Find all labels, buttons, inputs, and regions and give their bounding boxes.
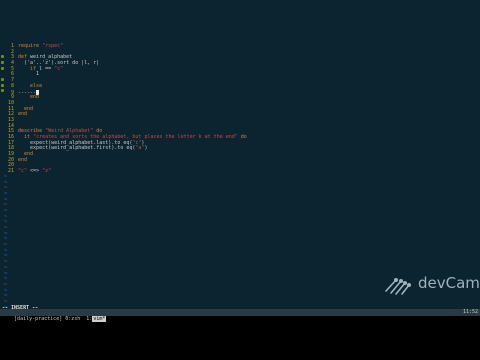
code-token: else [18,82,43,89]
tmux-status-bar: [daily-practice] 0:zsh 1:vim* 11:52 [0,309,480,322]
vim-editor[interactable]: 1 require "rspec" 2 3 def weird_alphabet 4 ('… [0,0,480,316]
devcamp-logo-text: devCamp [418,274,480,292]
devcamp-logo: devCamp [382,271,480,297]
code-token: end [18,111,28,118]
code-token: require [18,43,43,49]
code-token: "c" [54,65,64,72]
tmux-clock: 11:52 [462,309,478,315]
tmux-window-list[interactable]: 0:zsh 1: [65,316,92,322]
code-token: end [18,94,40,101]
code-token: do [240,134,247,140]
code-token: "rspec" [42,43,64,49]
code-token: <=> [30,168,43,175]
tmux-active-window[interactable]: vim* [92,316,107,322]
code-token: l == [39,65,55,72]
code-token: end [18,156,28,163]
tmux-session-name: [daily-practice] [14,316,66,322]
devcamp-logo-icon [385,278,411,295]
code-token: "c" [18,168,31,175]
code-token: ) [144,145,148,152]
code-token: 1 [18,71,40,78]
code-token: "z" [42,168,52,175]
code-token: expect(weird_alphabet.first).to eq( [18,145,136,152]
